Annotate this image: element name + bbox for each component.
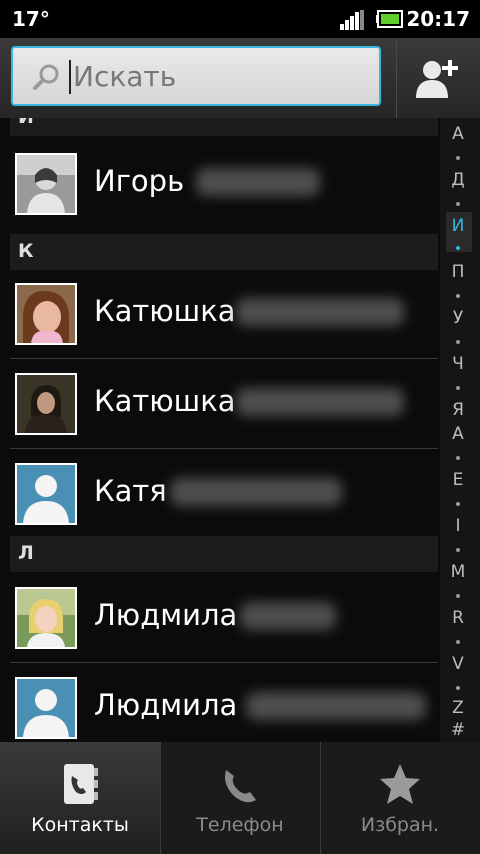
tab-favorites[interactable]: Избран. xyxy=(320,742,480,854)
section-header: И xyxy=(10,118,438,136)
index-dot xyxy=(456,548,460,552)
blurred-surname xyxy=(246,692,426,720)
contact-name: Людмила xyxy=(94,598,238,632)
contact-name: Катя xyxy=(94,474,167,508)
list-item[interactable]: Катюшка xyxy=(0,360,440,450)
index-letter[interactable]: А xyxy=(440,124,476,144)
blurred-surname xyxy=(236,298,404,326)
index-letter[interactable]: R xyxy=(440,608,476,628)
contact-photo-placeholder xyxy=(15,677,77,739)
list-item[interactable]: Людмила xyxy=(0,574,440,664)
contact-name: Людмила xyxy=(94,688,238,722)
blurred-surname xyxy=(240,602,336,630)
list-item[interactable]: Катя xyxy=(0,450,440,540)
index-letter[interactable]: M xyxy=(440,562,476,582)
index-dot xyxy=(456,246,460,250)
status-bar: 17° 20:17 xyxy=(0,0,480,38)
tab-contacts[interactable]: Контакты xyxy=(0,742,160,854)
search-placeholder: Искать xyxy=(73,60,177,93)
tab-phone[interactable]: Телефон xyxy=(160,742,320,854)
contact-photo xyxy=(15,153,77,215)
contact-photo xyxy=(15,373,77,435)
list-item[interactable]: Катюшка xyxy=(0,270,440,360)
search-toolbar: Искать xyxy=(0,38,480,118)
index-dot xyxy=(456,594,460,598)
list-item[interactable]: Людмила xyxy=(0,664,440,742)
row-divider xyxy=(10,448,438,449)
index-letter[interactable]: Ч xyxy=(440,354,476,374)
index-letter[interactable]: I xyxy=(440,516,476,536)
index-letter-active[interactable]: И xyxy=(440,216,476,236)
section-header: Л xyxy=(10,536,438,572)
section-letter: Л xyxy=(18,542,34,564)
index-dot xyxy=(456,156,460,160)
section-letter: К xyxy=(18,240,34,262)
tab-label: Контакты xyxy=(31,814,129,836)
text-cursor xyxy=(69,60,71,94)
index-dot xyxy=(456,456,460,460)
index-letter[interactable]: Я xyxy=(440,400,476,420)
index-dot xyxy=(456,294,460,298)
contact-photo xyxy=(15,283,77,345)
tab-label: Избран. xyxy=(360,814,440,836)
toolbar-divider xyxy=(396,38,397,118)
index-dot xyxy=(456,640,460,644)
tab-label: Телефон xyxy=(196,814,284,836)
star-icon xyxy=(380,764,420,804)
index-letter[interactable]: E xyxy=(440,470,476,490)
row-divider xyxy=(10,662,438,663)
index-letter[interactable]: У xyxy=(440,308,476,328)
index-letter[interactable]: A xyxy=(440,424,476,444)
contact-name: Катюшка xyxy=(94,294,236,328)
index-dot xyxy=(456,386,460,390)
index-dot xyxy=(456,686,460,690)
index-letter[interactable]: # xyxy=(440,720,476,740)
blurred-surname xyxy=(236,388,404,416)
blurred-surname xyxy=(170,478,342,506)
search-input[interactable]: Искать xyxy=(11,46,381,106)
section-header: К xyxy=(10,234,438,270)
battery-icon xyxy=(376,10,403,28)
row-divider xyxy=(10,358,438,359)
bottom-tab-bar: Контакты Телефон Избран. xyxy=(0,742,480,854)
search-icon xyxy=(33,64,59,90)
contact-photo xyxy=(15,587,77,649)
contact-name: Катюшка xyxy=(94,384,236,418)
list-item[interactable]: Игорь xyxy=(0,140,440,230)
alphabet-index-bar[interactable]: А Д И П У Ч Я A E I M R V Z # xyxy=(440,118,480,742)
index-dot xyxy=(456,340,460,344)
signal-strength-icon xyxy=(340,10,364,30)
add-contact-icon[interactable] xyxy=(414,52,464,102)
temperature-readout: 17° xyxy=(12,7,50,31)
contact-photo-placeholder xyxy=(15,463,77,525)
index-letter[interactable]: Д xyxy=(440,170,476,190)
contacts-book-icon xyxy=(64,764,98,804)
contact-list[interactable]: И Игорь К Катюшка xyxy=(0,118,440,742)
index-letter[interactable]: Z xyxy=(440,698,476,718)
index-dot xyxy=(456,202,460,206)
index-letter[interactable]: П xyxy=(440,262,476,282)
blurred-surname xyxy=(196,168,320,196)
section-letter: И xyxy=(18,118,34,128)
contact-name: Игорь xyxy=(94,164,185,198)
index-dot xyxy=(456,502,460,506)
index-letter[interactable]: V xyxy=(440,654,476,674)
phone-handset-icon xyxy=(225,770,256,803)
clock-time: 20:17 xyxy=(406,7,470,31)
